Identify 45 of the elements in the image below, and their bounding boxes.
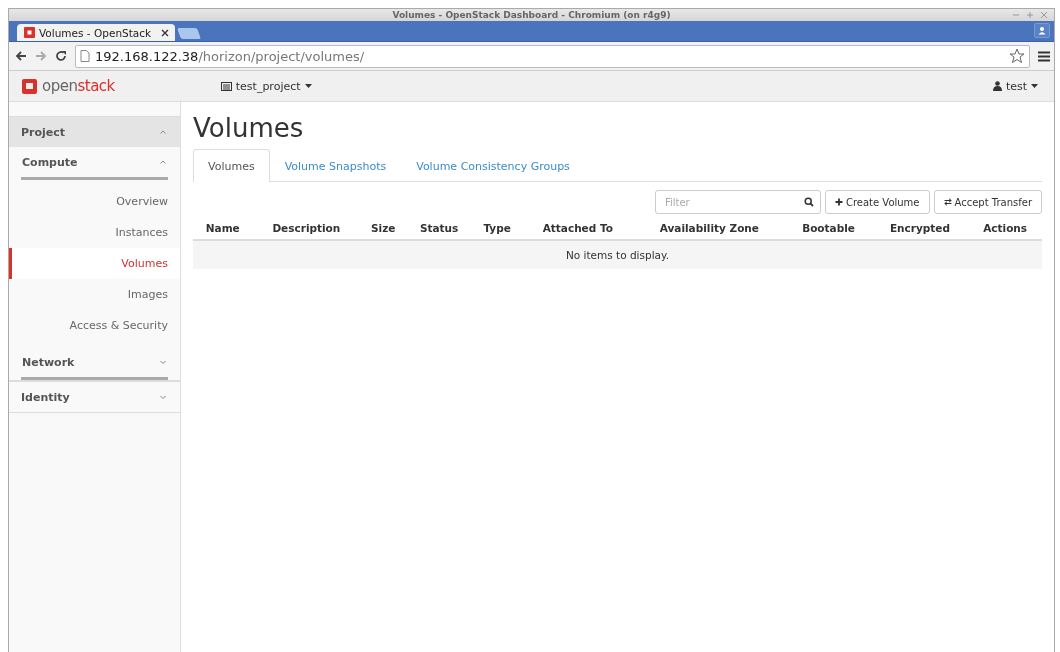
url-text: 192.168.122.38/horizon/project/volumes/ [95, 48, 365, 64]
collapse-icon [159, 159, 167, 165]
back-icon[interactable] [15, 50, 27, 62]
reload-icon[interactable] [55, 50, 67, 62]
page-title: Volumes [193, 113, 304, 143]
project-selector[interactable]: test_project [214, 78, 318, 94]
forward-icon[interactable] [35, 50, 47, 62]
user-menu[interactable]: test [986, 78, 1044, 94]
sidebar-item[interactable]: Access & Security [9, 310, 180, 341]
person-icon [992, 81, 1002, 91]
address-bar[interactable]: 192.168.122.38/horizon/project/volumes/ [75, 44, 1030, 68]
menu-icon[interactable] [1038, 50, 1050, 62]
sidebar-item[interactable]: Overview [9, 186, 180, 217]
exchange-icon [943, 198, 952, 206]
sidebar-group[interactable]: Compute [21, 147, 168, 180]
transfer-button[interactable]: Accept Transfer [933, 190, 1042, 214]
create-button[interactable]: Create Volume [824, 190, 930, 214]
sidebar-item[interactable]: Instances [9, 217, 180, 248]
expand-icon [159, 394, 167, 400]
close-icon[interactable] [161, 28, 169, 37]
tab[interactable]: Volume Snapshots [269, 149, 402, 182]
tab[interactable]: Volume Consistency Groups [401, 149, 585, 182]
window-title: Volumes - OpenStack Dashboard - Chromium (on r4g9) [392, 10, 671, 20]
logo-text: openstack [42, 77, 115, 95]
plus-icon [834, 198, 843, 206]
server-icon [220, 81, 232, 91]
empty-message: No items to display. [193, 240, 1042, 269]
page-icon [80, 50, 90, 62]
profile-button[interactable] [1034, 23, 1050, 38]
caret-icon [304, 84, 312, 88]
new-tab-button[interactable] [177, 28, 201, 39]
sidebar-item[interactable]: Volumes [9, 248, 180, 279]
filter-field[interactable]: Filter [654, 190, 821, 214]
search-icon [803, 197, 814, 207]
sidebar-item[interactable]: Images [9, 279, 180, 310]
star-icon[interactable] [1009, 48, 1025, 64]
caret-icon [1031, 84, 1038, 88]
browser-tab[interactable]: Volumes - OpenStack [17, 24, 175, 41]
tab[interactable]: Volumes [193, 149, 270, 182]
sidebar-section[interactable]: Project [9, 116, 180, 147]
logo-icon [21, 77, 38, 95]
expand-icon [159, 359, 167, 365]
collapse-icon [159, 129, 167, 135]
logo-icon [24, 27, 35, 38]
openstack-logo[interactable]: openstack [21, 77, 115, 95]
